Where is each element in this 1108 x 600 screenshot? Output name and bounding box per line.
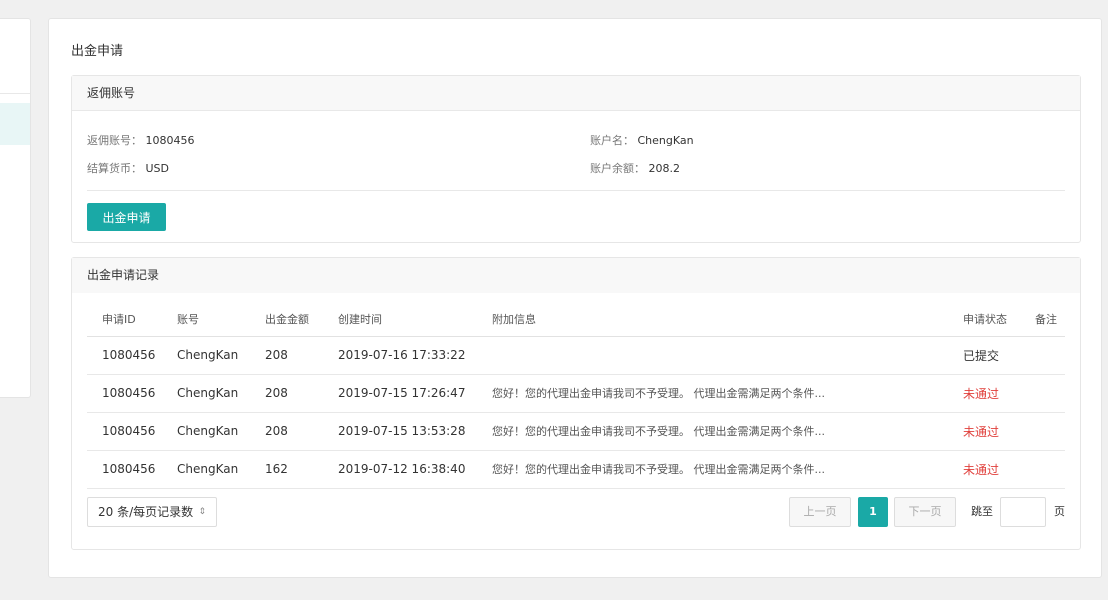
cell-account: ChengKan [162, 412, 250, 451]
cell-account: ChengKan [162, 450, 250, 489]
page-unit-label: 页 [1054, 505, 1065, 518]
cell-message[interactable]: 您好！您的代理出金申请我司不予受理。 代理出金需满足两个条件... [477, 374, 948, 413]
cell-amount: 208 [250, 374, 323, 413]
page-size-select[interactable]: 20 条/每页记录数 ⇕ [87, 497, 217, 527]
account-name-label: 账户名： [590, 134, 634, 147]
rebate-account-label: 返佣账号： [87, 134, 142, 147]
column-header-amount: 出金金额 [250, 302, 323, 337]
cell-amount: 162 [250, 450, 323, 489]
cell-message [477, 336, 948, 375]
rebate-account-card-title: 返佣账号 [72, 76, 1080, 111]
cell-status: 已提交 [948, 336, 1020, 375]
page-number-button[interactable]: 1 [858, 497, 888, 527]
jump-page-input[interactable] [1000, 497, 1046, 527]
cell-message[interactable]: 您好！您的代理出金申请我司不予受理。 代理出金需满足两个条件... [477, 412, 948, 451]
cell-status: 未通过 [948, 412, 1020, 451]
jump-to-label: 跳至 [971, 505, 993, 518]
cell-id: 1080456 [87, 412, 162, 451]
withdrawal-records-card-title: 出金申请记录 [72, 258, 1080, 293]
card-divider [87, 190, 1065, 191]
table-row: 1080456 ChengKan 162 2019-07-12 16:38:40… [87, 450, 1065, 489]
table-row: 1080456 ChengKan 208 2019-07-15 17:26:47… [87, 374, 1065, 413]
select-caret-icon: ⇕ [198, 507, 206, 517]
currency-row: 结算货币： USD [87, 160, 169, 176]
side-menu-active-item[interactable] [0, 103, 30, 145]
cell-account: ChengKan [162, 374, 250, 413]
currency-value: USD [145, 162, 170, 175]
balance-value: 208.2 [648, 162, 681, 175]
cell-status: 未通过 [948, 450, 1020, 489]
column-header-account: 账号 [162, 302, 250, 337]
column-header-id: 申请ID [87, 302, 162, 337]
cell-status: 未通过 [948, 374, 1020, 413]
rebate-account-card: 返佣账号 返佣账号： 1080456 账户名： ChengKan 结算货币： U… [71, 75, 1081, 243]
main-panel: 出金申请 返佣账号 返佣账号： 1080456 账户名： ChengKan 结算… [48, 18, 1102, 578]
rebate-account-row: 返佣账号： 1080456 [87, 132, 195, 148]
column-header-status: 申请状态 [948, 302, 1020, 337]
table-row: 1080456 ChengKan 208 2019-07-15 13:53:28… [87, 412, 1065, 451]
rebate-account-value: 1080456 [145, 134, 195, 147]
records-table: 申请ID 账号 出金金额 创建时间 附加信息 申请状态 备注 1080456 C… [87, 302, 1065, 489]
cell-created: 2019-07-15 13:53:28 [323, 412, 477, 451]
column-header-created: 创建时间 [323, 302, 477, 337]
account-name-value: ChengKan [637, 134, 694, 147]
cell-remark [1020, 336, 1065, 375]
cell-id: 1080456 [87, 336, 162, 375]
cell-message[interactable]: 您好！您的代理出金申请我司不予受理。 代理出金需满足两个条件... [477, 450, 948, 489]
account-name-row: 账户名： ChengKan [590, 132, 694, 148]
column-header-remark: 备注 [1020, 302, 1065, 337]
table-row: 1080456 ChengKan 208 2019-07-16 17:33:22… [87, 336, 1065, 375]
balance-label: 账户余额： [590, 162, 645, 175]
side-menu-divider [0, 93, 30, 94]
cell-created: 2019-07-15 17:26:47 [323, 374, 477, 413]
balance-row: 账户余额： 208.2 [590, 160, 680, 176]
page-title: 出金申请 [71, 44, 124, 59]
currency-label: 结算货币： [87, 162, 142, 175]
cell-id: 1080456 [87, 450, 162, 489]
cell-created: 2019-07-16 17:33:22 [323, 336, 477, 375]
cell-remark [1020, 412, 1065, 451]
cell-amount: 208 [250, 412, 323, 451]
cell-remark [1020, 450, 1065, 489]
apply-withdrawal-button[interactable]: 出金申请 [87, 203, 166, 231]
withdrawal-records-card: 出金申请记录 申请ID 账号 出金金额 创建时间 附加信息 申请状态 备注 10… [71, 257, 1081, 550]
cell-id: 1080456 [87, 374, 162, 413]
cell-remark [1020, 374, 1065, 413]
next-page-button[interactable]: 下一页 [894, 497, 956, 527]
table-header-row: 申请ID 账号 出金金额 创建时间 附加信息 申请状态 备注 [87, 302, 1065, 337]
side-menu-panel [0, 18, 31, 398]
page-size-label: 20 条/每页记录数 [98, 505, 194, 519]
prev-page-button[interactable]: 上一页 [789, 497, 851, 527]
cell-amount: 208 [250, 336, 323, 375]
cell-account: ChengKan [162, 336, 250, 375]
column-header-message: 附加信息 [477, 302, 948, 337]
cell-created: 2019-07-12 16:38:40 [323, 450, 477, 489]
